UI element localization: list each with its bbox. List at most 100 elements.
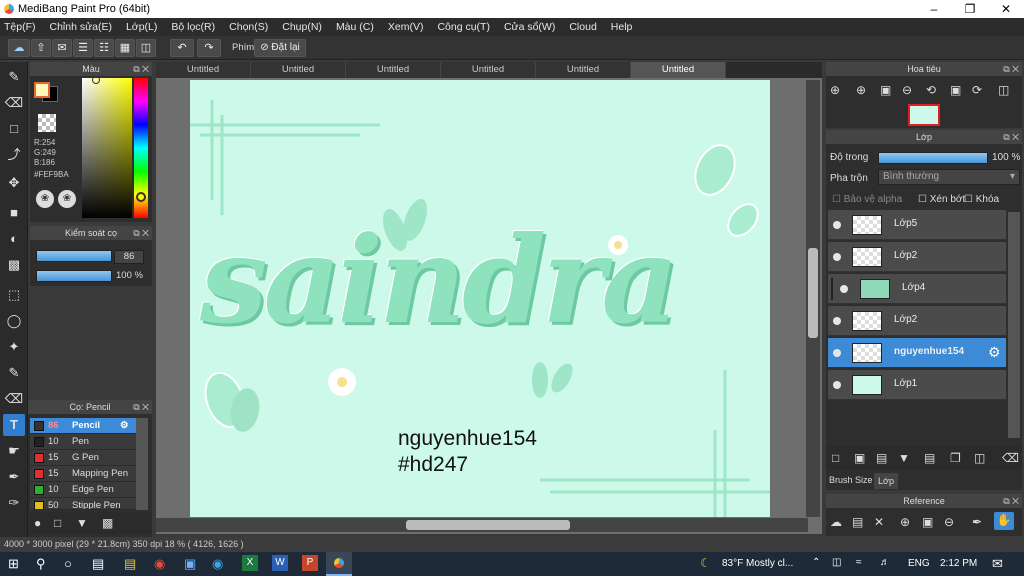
magic-wand-icon[interactable]: ✦: [3, 336, 25, 358]
layout-icon[interactable]: ◫: [136, 39, 156, 57]
protect-alpha-checkbox[interactable]: ☐ Bảo vệ alpha: [832, 194, 902, 205]
search-icon[interactable]: ⚲: [36, 556, 46, 572]
lock-checkbox[interactable]: ☐ Khóa: [964, 194, 999, 205]
layer-row[interactable]: Lớp2: [828, 306, 1006, 336]
file-explorer-icon[interactable]: ▤: [124, 556, 136, 572]
zoom-out-icon[interactable]: ⊖: [944, 514, 954, 530]
language-indicator[interactable]: ENG: [908, 558, 930, 569]
canvas-paper[interactable]: saindra nguyenhue154 #hd247: [190, 80, 770, 517]
wifi-icon[interactable]: ≈: [856, 557, 862, 568]
new-brush-icon[interactable]: □: [54, 515, 61, 531]
menu-file[interactable]: Tệp(F): [4, 21, 36, 33]
brush-opacity-slider[interactable]: [36, 270, 112, 282]
cloud-icon[interactable]: ☁: [8, 39, 30, 57]
chevron-up-icon[interactable]: ⌃: [812, 557, 820, 568]
tab-layer[interactable]: Lớp: [874, 473, 898, 489]
visibility-icon[interactable]: [833, 349, 841, 357]
medibang-taskbar-button[interactable]: [326, 552, 352, 576]
select-pen-icon[interactable]: ✎: [3, 362, 25, 384]
layer-opacity-slider[interactable]: [878, 152, 988, 164]
menu-window[interactable]: Cửa sổ(W): [504, 21, 555, 33]
tab-untitled-4[interactable]: Untitled: [441, 62, 536, 78]
fullscreen-icon[interactable]: ▣: [950, 82, 961, 98]
brush-size-slider[interactable]: [36, 250, 112, 262]
share-icon[interactable]: ⇧: [31, 39, 51, 57]
saturation-brightness-picker[interactable]: [82, 78, 132, 218]
select-eraser-icon[interactable]: ⌫: [3, 388, 25, 410]
palette-icon[interactable]: ❀: [36, 190, 54, 208]
add-layer-menu-icon[interactable]: ▼: [898, 450, 910, 466]
maximize-button[interactable]: ❐: [952, 0, 988, 18]
menu-filter[interactable]: Bộ lọc(R): [171, 21, 215, 33]
close-icon[interactable]: ⧉ ✕: [133, 226, 149, 240]
list-icon[interactable]: ☷: [94, 39, 114, 57]
flip-icon[interactable]: ◫: [998, 82, 1009, 98]
comment-icon[interactable]: ✉: [52, 39, 72, 57]
add-brush-icon[interactable]: ●: [34, 515, 41, 531]
zoom-out-icon[interactable]: ⊖: [902, 82, 912, 98]
eyedropper-tool-icon[interactable]: ✒: [3, 466, 25, 488]
operation-tool-icon[interactable]: ☛: [3, 440, 25, 462]
layer-row[interactable]: Lớp5: [828, 210, 1006, 240]
widgets-icon[interactable]: ▤: [92, 556, 104, 572]
duplicate-layer-icon[interactable]: ❐: [950, 450, 961, 466]
gradient-tool-icon[interactable]: ▩: [3, 254, 25, 276]
close-icon[interactable]: ⧉ ✕: [133, 400, 149, 414]
visibility-icon[interactable]: [840, 285, 848, 293]
foreground-color-swatch[interactable]: [34, 82, 50, 98]
fit-icon[interactable]: ▣: [922, 514, 933, 530]
reset-button[interactable]: ⊘ Đặt lại: [254, 39, 306, 57]
brush-size-value[interactable]: 86: [114, 250, 144, 264]
menu-snap[interactable]: Chụp(N): [282, 21, 322, 33]
settings-gear-icon[interactable]: ⚙: [120, 418, 129, 434]
layer-row[interactable]: Lớp4: [828, 274, 1006, 304]
menu-layer[interactable]: Lớp(L): [126, 21, 157, 33]
lasso-tool-icon[interactable]: ◯: [3, 310, 25, 332]
layer-list-scrollbar[interactable]: [1008, 212, 1020, 438]
delete-layer-icon[interactable]: ⌫: [1002, 450, 1019, 466]
fill-rect-tool-icon[interactable]: ■: [3, 202, 25, 224]
move-tool-icon[interactable]: ✥: [3, 172, 25, 194]
excel-icon[interactable]: X: [242, 555, 258, 571]
line-tool-icon[interactable]: ⤴: [3, 144, 25, 166]
close-icon[interactable]: ⧉ ✕: [133, 62, 149, 76]
brush-menu-icon[interactable]: ▼: [76, 515, 88, 531]
layer-settings-gear-icon[interactable]: ⚙: [988, 344, 1001, 361]
monitor-icon[interactable]: ▣: [184, 556, 196, 572]
edge-browser-icon[interactable]: ◉: [212, 556, 223, 572]
tab-untitled-3[interactable]: Untitled: [346, 62, 441, 78]
grid-icon[interactable]: ▦: [115, 39, 135, 57]
new-8bit-layer-icon[interactable]: ▤: [876, 450, 887, 466]
select-tool-icon[interactable]: ⬚: [3, 284, 25, 306]
menu-help[interactable]: Help: [611, 21, 633, 33]
layer-row[interactable]: Lớp1: [828, 370, 1006, 400]
close-icon[interactable]: ⧉ ✕: [1003, 494, 1019, 508]
weather-text[interactable]: 83°F Mostly cl...: [722, 558, 793, 569]
visibility-icon[interactable]: [833, 253, 841, 261]
vertical-scroll-thumb[interactable]: [808, 248, 818, 338]
undo-icon[interactable]: ↶: [170, 39, 194, 57]
brush-item-stipple-pen[interactable]: 50 Stipple Pen: [30, 498, 136, 510]
fit-icon[interactable]: ▣: [880, 82, 891, 98]
bucket-tool-icon[interactable]: ◐: [3, 228, 25, 250]
tab-untitled-6[interactable]: Untitled: [631, 62, 726, 78]
network-icon[interactable]: ◫: [832, 557, 841, 568]
chat-icon[interactable]: ☰: [73, 39, 93, 57]
rotate-right-icon[interactable]: ⟳: [972, 82, 982, 98]
tab-untitled-5[interactable]: Untitled: [536, 62, 631, 78]
rotate-left-icon[interactable]: ⟲: [926, 82, 936, 98]
brush-tool-icon[interactable]: ✎: [3, 66, 25, 88]
task-view-icon[interactable]: ○: [64, 556, 72, 571]
eraser-tool-icon[interactable]: ⌫: [3, 92, 25, 114]
redo-icon[interactable]: ↷: [197, 39, 221, 57]
brush-item-pen[interactable]: 10 Pen: [30, 434, 136, 450]
notification-icon[interactable]: ✉: [992, 556, 1003, 572]
menu-edit[interactable]: Chỉnh sửa(E): [50, 21, 112, 33]
new-layer-icon[interactable]: □: [832, 450, 839, 466]
volume-icon[interactable]: ♬: [880, 557, 890, 568]
menu-view[interactable]: Xem(V): [388, 21, 424, 33]
horizontal-scrollbar[interactable]: [156, 518, 808, 532]
eyedropper-icon[interactable]: ✒: [972, 514, 982, 530]
palette-add-icon[interactable]: ❀: [58, 190, 76, 208]
tab-untitled-2[interactable]: Untitled: [251, 62, 346, 78]
